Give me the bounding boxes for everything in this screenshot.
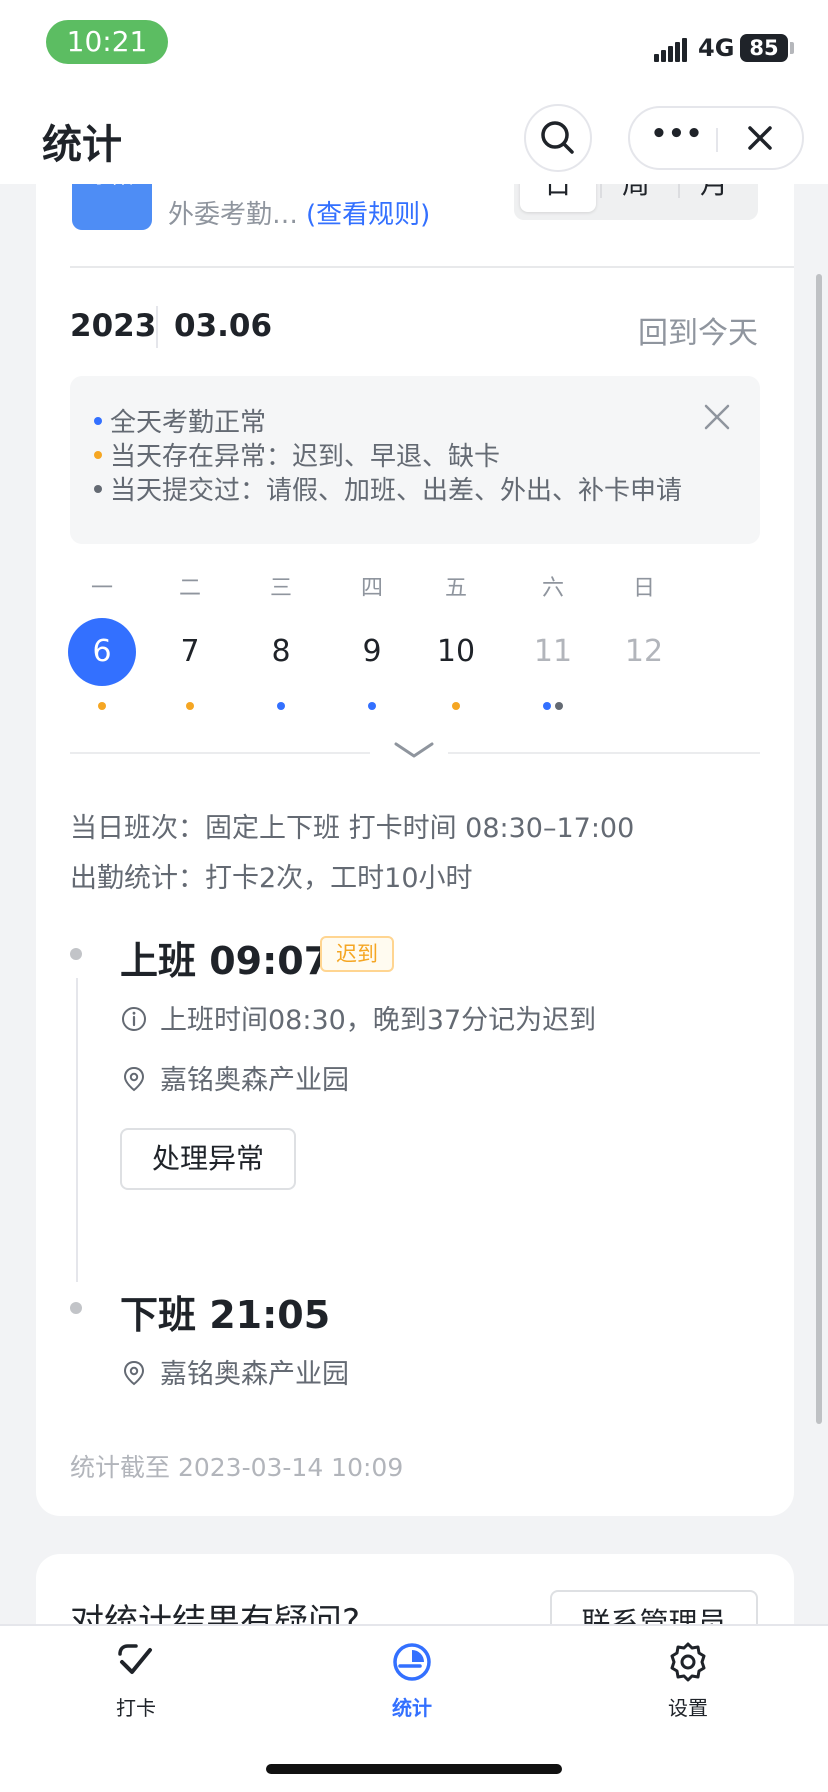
- punch-out-title: 下班 21:05: [120, 1293, 331, 1337]
- tab-settings[interactable]: 设置: [628, 1640, 748, 1721]
- search-button[interactable]: [524, 104, 592, 172]
- week-strip: 一 二 三 四 五 六 日 6 7 8 9 10 11 12: [36, 570, 794, 720]
- legend-item: 当天提交过：请假、加班、出差、外出、补卡申请: [94, 470, 682, 507]
- weekday-label: 二: [178, 576, 201, 601]
- close-icon: [748, 126, 772, 150]
- day-7[interactable]: 7: [156, 618, 224, 686]
- day-status-dot: [277, 702, 285, 710]
- rule-type: 外委考勤…: [168, 200, 299, 230]
- punch-out-location: 嘉铭奥森产业园: [120, 1352, 349, 1391]
- day-6[interactable]: 6: [68, 618, 136, 686]
- nav-bar: 统计 •••: [0, 94, 828, 184]
- day-12[interactable]: 12: [610, 618, 678, 686]
- day-10[interactable]: 10: [422, 618, 490, 686]
- capsule-divider: [716, 128, 718, 152]
- divider: [70, 752, 370, 754]
- view-rule-link[interactable]: (查看规则): [306, 200, 430, 230]
- day-status-dot: [555, 702, 563, 710]
- tab-punch[interactable]: 打卡: [76, 1640, 196, 1721]
- legend-dot: [94, 416, 102, 425]
- pie-chart-icon: [393, 1643, 431, 1681]
- chevron-down-icon[interactable]: [392, 738, 436, 764]
- legend-text: 当天存在异常：迟到、早退、缺卡: [110, 442, 501, 472]
- tab-statistics[interactable]: 统计: [352, 1640, 472, 1721]
- signal-icon: [654, 36, 688, 62]
- home-indicator: [266, 1764, 562, 1774]
- day-8[interactable]: 8: [247, 618, 315, 686]
- location-pin-icon: [123, 1360, 145, 1385]
- day-9[interactable]: 9: [338, 618, 406, 686]
- close-icon[interactable]: [702, 402, 732, 432]
- status-time: 10:21: [46, 20, 168, 64]
- day-status-dot: [98, 702, 106, 710]
- status-bar: 10:21 4G 85: [0, 0, 828, 94]
- weekday-label: 日: [632, 576, 655, 601]
- legend-text: 全天考勤正常: [110, 408, 267, 438]
- tab-label: 打卡: [116, 1696, 156, 1720]
- battery-tip: [790, 42, 794, 54]
- divider: [70, 266, 794, 268]
- more-button[interactable]: •••: [646, 108, 708, 168]
- tab-label: 统计: [392, 1696, 432, 1720]
- timeline-dot: [70, 948, 82, 960]
- handle-exception-button[interactable]: 处理异常: [120, 1128, 296, 1190]
- checkmark-icon: [118, 1644, 152, 1674]
- search-icon: [541, 121, 574, 154]
- stat-timestamp: 统计截至 2023-03-14 10:09: [70, 1453, 404, 1482]
- punch-in-location: 嘉铭奥森产业园: [120, 1058, 349, 1097]
- attendance-stats: 出勤统计：打卡2次，工时10小时: [70, 863, 473, 894]
- legend-item: 全天考勤正常: [94, 402, 266, 439]
- location-pin-icon: [123, 1066, 145, 1091]
- network-type: 4G: [698, 34, 735, 62]
- back-to-today-button[interactable]: 回到今天: [638, 308, 758, 352]
- legend-dot: [94, 484, 102, 493]
- legend-text: 当天提交过：请假、加班、出差、外出、补卡申请: [110, 476, 683, 506]
- tab-label: 设置: [668, 1696, 708, 1720]
- day-status-dot: [368, 702, 376, 710]
- legend-box: 全天考勤正常 当天存在异常：迟到、早退、缺卡 当天提交过：请假、加班、出差、外出…: [70, 376, 760, 544]
- legend-item: 当天存在异常：迟到、早退、缺卡: [94, 436, 500, 473]
- divider: [448, 752, 760, 754]
- gear-icon: [670, 1642, 706, 1682]
- year-label: 2023: [70, 308, 157, 344]
- punch-in-note-text: 上班时间08:30，晚到37分记为迟到: [160, 1005, 597, 1036]
- punch-out-location-text: 嘉铭奥森产业园: [160, 1359, 349, 1390]
- rule-line: 外委考勤… (查看规则): [168, 194, 430, 231]
- scrollbar[interactable]: [816, 274, 822, 1424]
- day-11[interactable]: 11: [519, 618, 587, 686]
- punch-in-note: 上班时间08:30，晚到37分记为迟到: [120, 998, 596, 1037]
- weekday-label: 一: [90, 576, 113, 601]
- late-badge: 迟到: [320, 936, 394, 972]
- timeline-line: [76, 978, 78, 1282]
- info-icon: [122, 1006, 146, 1031]
- legend-dot: [94, 450, 102, 459]
- attendance-card: 李阳 外委考勤…(查看规则) 日 周 月 2023 03.06 回到今天 全天考…: [36, 130, 794, 1516]
- punch-in-title: 上班 09:07: [120, 939, 331, 983]
- weekday-label: 六: [541, 576, 564, 601]
- mini-program-capsule: •••: [628, 106, 804, 170]
- day-status-dot: [452, 702, 460, 710]
- day-status-dot: [543, 702, 551, 710]
- weekday-label: 四: [360, 576, 383, 601]
- shift-info: 当日班次：固定上下班 打卡时间 08:30–17:00: [70, 813, 635, 844]
- date-label: 03.06: [174, 308, 273, 344]
- weekday-label: 五: [444, 576, 467, 601]
- date-divider: [156, 306, 158, 348]
- timeline-dot: [70, 1302, 82, 1314]
- punch-in-location-text: 嘉铭奥森产业园: [160, 1065, 349, 1096]
- close-button[interactable]: [730, 108, 790, 168]
- page-title: 统计: [42, 122, 122, 168]
- weekday-label: 三: [269, 576, 292, 601]
- day-status-dot: [186, 702, 194, 710]
- battery-icon: 85: [740, 34, 788, 62]
